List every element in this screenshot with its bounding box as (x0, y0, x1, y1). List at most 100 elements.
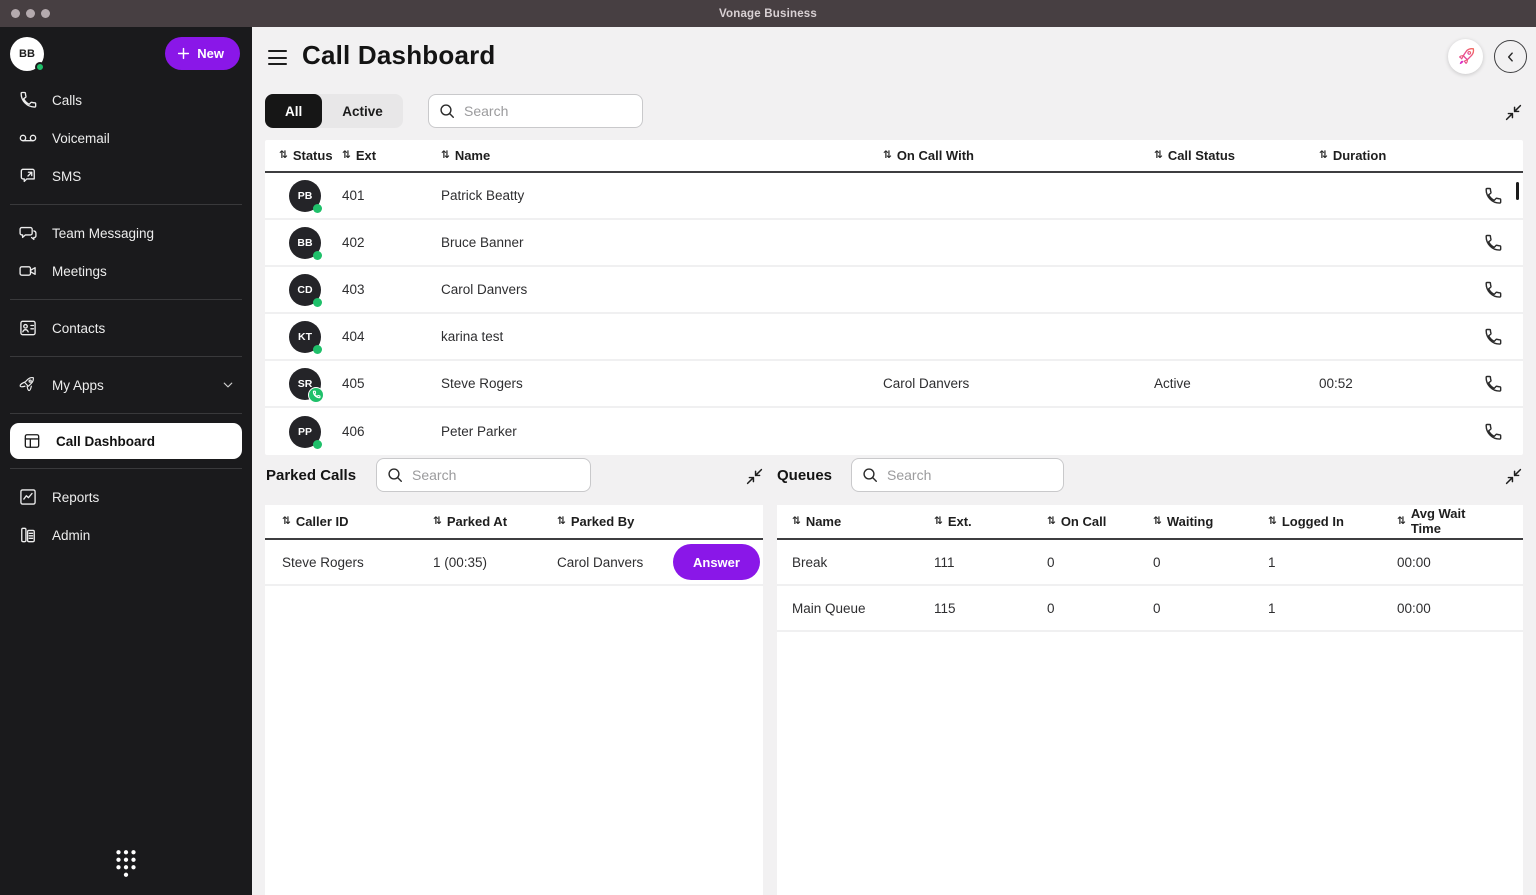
collapse-extensions-button[interactable] (1505, 104, 1522, 126)
sort-icon: ⇅ (279, 150, 288, 161)
call-button[interactable] (1481, 420, 1505, 444)
avatar-initials: PB (298, 190, 313, 202)
sidebar-item-contacts[interactable]: Contacts (0, 309, 252, 347)
collapse-icon (746, 468, 763, 485)
extension-number: 404 (342, 329, 441, 344)
sidebar-item-meetings[interactable]: Meetings (0, 252, 252, 290)
phone-icon (18, 90, 38, 110)
call-button[interactable] (1481, 325, 1505, 349)
column-header-parked-by[interactable]: ⇅Parked By (557, 514, 673, 529)
presence-dot (313, 345, 322, 354)
close-window-icon[interactable] (11, 9, 20, 18)
sidebar-item-reports[interactable]: Reports (0, 478, 252, 516)
extensions-table-body: PB 401 Patrick Beatty BB 402 Bruce Banne… (265, 173, 1523, 455)
queue-waiting: 0 (1153, 555, 1268, 570)
new-button[interactable]: New (165, 37, 240, 70)
call-button[interactable] (1481, 184, 1505, 208)
parked-calls-search[interactable] (376, 458, 591, 492)
sidebar-divider (10, 356, 242, 357)
column-header-name[interactable]: ⇅Name (441, 148, 883, 163)
column-header-parked-at[interactable]: ⇅Parked At (433, 514, 557, 529)
sidebar-item-label: Contacts (52, 321, 105, 336)
column-header-queue-name[interactable]: ⇅Name (792, 514, 934, 529)
phone-icon (1483, 280, 1503, 300)
column-header-logged-in[interactable]: ⇅Logged In (1268, 514, 1397, 529)
parked-calls-table: ⇅Caller ID ⇅Parked At ⇅Parked By Steve R… (265, 505, 763, 895)
sidebar-item-admin[interactable]: Admin (0, 516, 252, 554)
tab-all[interactable]: All (265, 94, 322, 128)
zoom-window-icon[interactable] (41, 9, 50, 18)
sidebar-divider (10, 413, 242, 414)
column-header-avg-wait-time[interactable]: ⇅Avg Wait Time (1397, 507, 1523, 537)
extension-row[interactable]: BB 402 Bruce Banner (265, 220, 1523, 267)
queues-search[interactable] (851, 458, 1064, 492)
scrollbar-thumb[interactable] (1516, 182, 1520, 200)
sidebar-item-label: Call Dashboard (56, 434, 155, 449)
answer-button[interactable]: Answer (673, 544, 760, 580)
chevron-left-icon (1504, 50, 1518, 64)
call-button[interactable] (1481, 372, 1505, 396)
extension-row[interactable]: PB 401 Patrick Beatty (265, 173, 1523, 220)
user-avatar[interactable]: BB (10, 37, 44, 71)
contact-card-icon (18, 318, 38, 338)
collapse-parked-calls-button[interactable] (746, 468, 763, 490)
queue-row[interactable]: Break 111 0 0 1 00:00 (777, 540, 1523, 586)
queue-ext: 115 (934, 601, 1047, 616)
queue-name: Break (792, 555, 934, 570)
avatar: PB (289, 180, 321, 212)
call-button[interactable] (1481, 278, 1505, 302)
column-header-call-status[interactable]: ⇅Call Status (1154, 148, 1319, 163)
call-button[interactable] (1481, 231, 1505, 255)
sidebar-item-label: Calls (52, 93, 82, 108)
extensions-search-input[interactable] (464, 103, 632, 119)
avatar: BB (289, 227, 321, 259)
sort-icon: ⇅ (441, 150, 450, 161)
sidebar-item-sms[interactable]: SMS (0, 157, 252, 195)
sort-icon: ⇅ (282, 516, 291, 527)
minimize-window-icon[interactable] (26, 9, 35, 18)
avatar: SR (289, 368, 321, 400)
sidebar-item-team-messaging[interactable]: Team Messaging (0, 214, 252, 252)
parked-calls-search-input[interactable] (412, 467, 580, 483)
queue-row[interactable]: Main Queue 115 0 0 1 00:00 (777, 586, 1523, 632)
extension-number: 405 (342, 376, 441, 391)
extension-row[interactable]: CD 403 Carol Danvers (265, 267, 1523, 314)
presence-dot (313, 251, 322, 260)
filter-tab-group: All Active (265, 94, 403, 128)
sidebar-item-call-dashboard[interactable]: Call Dashboard (10, 423, 242, 459)
dialpad-button[interactable] (114, 848, 138, 883)
avatar: PP (289, 416, 321, 448)
column-header-duration[interactable]: ⇅Duration (1319, 148, 1449, 163)
sidebar-item-voicemail[interactable]: Voicemail (0, 119, 252, 157)
avatar: KT (289, 321, 321, 353)
column-header-ext[interactable]: ⇅Ext (342, 148, 441, 163)
presence-dot (313, 204, 322, 213)
parked-calls-table-body: Steve Rogers 1 (00:35) Carol Danvers Ans… (265, 540, 763, 586)
collapse-panel-button[interactable] (1494, 40, 1527, 73)
column-header-caller-id[interactable]: ⇅Caller ID (282, 514, 433, 529)
queue-logged-in: 1 (1268, 601, 1397, 616)
sidebar-item-my-apps[interactable]: My Apps (0, 366, 252, 404)
extension-row[interactable]: KT 404 karina test (265, 314, 1523, 361)
parked-call-row[interactable]: Steve Rogers 1 (00:35) Carol Danvers Ans… (265, 540, 763, 586)
collapse-queues-button[interactable] (1505, 468, 1522, 490)
apps-launcher-button[interactable] (1448, 39, 1483, 74)
extension-row[interactable]: SR 405 Steve Rogers Carol Danvers Active… (265, 361, 1523, 408)
window-controls[interactable] (11, 0, 50, 27)
sort-icon: ⇅ (1153, 516, 1162, 527)
menu-toggle-button[interactable] (268, 50, 288, 65)
queues-search-input[interactable] (887, 467, 1053, 483)
sort-icon: ⇅ (433, 516, 442, 527)
column-header-on-call-with[interactable]: ⇅On Call With (883, 148, 1154, 163)
search-icon (439, 103, 456, 120)
column-header-on-call[interactable]: ⇅On Call (1047, 514, 1153, 529)
extension-row[interactable]: PP 406 Peter Parker (265, 408, 1523, 455)
phone-icon (1483, 186, 1503, 206)
column-header-status[interactable]: ⇅Status (279, 148, 342, 163)
sidebar-item-calls[interactable]: Calls (0, 81, 252, 119)
queue-ext: 111 (934, 555, 1047, 570)
column-header-waiting[interactable]: ⇅Waiting (1153, 514, 1268, 529)
extensions-search[interactable] (428, 94, 643, 128)
column-header-queue-ext[interactable]: ⇅Ext. (934, 514, 1047, 529)
tab-active[interactable]: Active (322, 94, 403, 128)
